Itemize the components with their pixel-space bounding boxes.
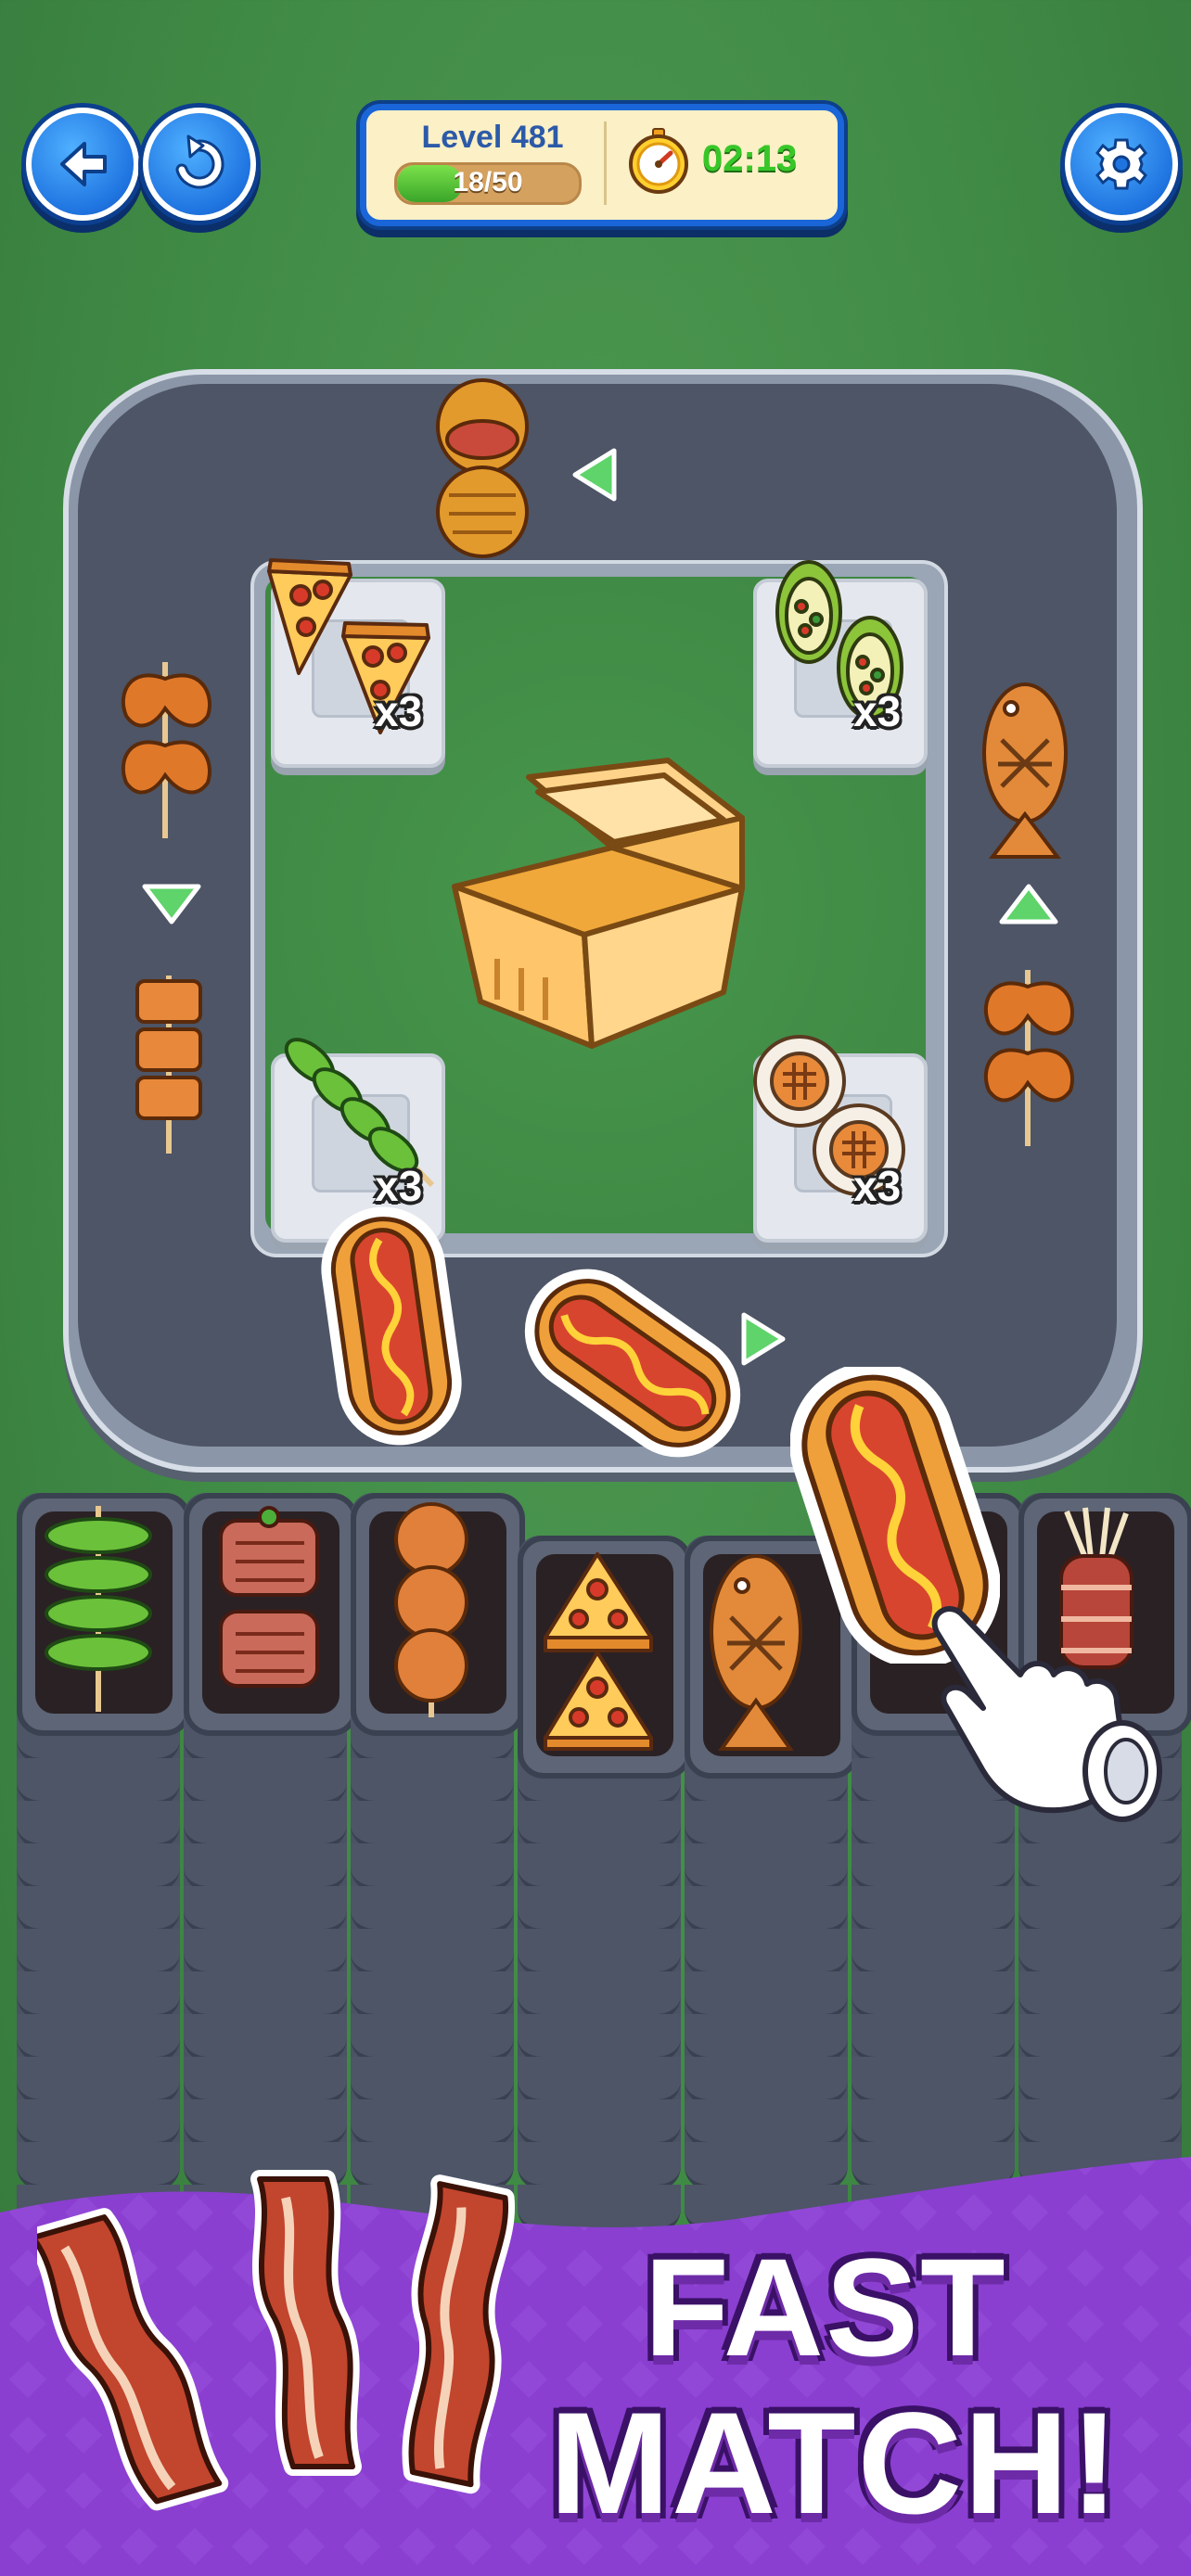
tray-stack-layer — [184, 1929, 347, 1977]
tofu-skewer-icon — [135, 976, 202, 1154]
tray-stack-layer — [1018, 2057, 1182, 2105]
tray-stack-layer — [17, 1801, 180, 1849]
back-button[interactable] — [26, 108, 139, 221]
tray-stack-layer — [1018, 2014, 1182, 2062]
rib-skewer-icon[interactable] — [208, 1502, 330, 1715]
level-progress-text: 18/50 — [453, 167, 523, 198]
tray-stack-layer — [351, 1843, 514, 1892]
tray-stack-layer — [1018, 1929, 1182, 1977]
chicken-wing-skewer-icon — [983, 970, 1074, 1146]
tray-stack-layer — [351, 1971, 514, 2020]
level-hud: Level 481 18/50 02:13 — [360, 104, 844, 226]
bacon-strips-icon — [37, 2170, 516, 2511]
tray-stack-layer — [852, 1971, 1015, 2020]
tray-stack-layer — [351, 1929, 514, 1977]
level-progress-bar: 18/50 — [394, 162, 582, 205]
tray-stack-layer — [17, 1886, 180, 1934]
tray-stack-layer — [685, 1801, 848, 1849]
order-count-scallop: x3 — [853, 1162, 902, 1210]
order-count-okra: x3 — [375, 1162, 423, 1210]
arrow-left-icon — [60, 142, 107, 186]
triangle-left-icon — [572, 448, 617, 502]
tray-stack-layer — [17, 1758, 180, 1806]
level-label: Level 481 — [421, 120, 564, 155]
tray-stack-layer — [351, 1801, 514, 1849]
banner-title-line1: FAST — [644, 2229, 1007, 2385]
tray-stack-layer — [184, 1758, 347, 1806]
baked-roll-icon — [436, 378, 529, 558]
tray-stack-layer — [184, 2057, 347, 2105]
stopwatch-icon — [629, 128, 688, 194]
hud-divider — [604, 121, 607, 205]
banner-title-line2: MATCH! — [549, 2383, 1121, 2544]
tray-stack-layer — [518, 1801, 681, 1849]
tray-stack-layer — [1018, 1971, 1182, 2020]
tray-stack-layer — [17, 1929, 180, 1977]
tray-stack-layer — [518, 1971, 681, 2020]
tray-stack-layer — [518, 1843, 681, 1892]
tray-stack-layer — [351, 1886, 514, 1934]
hot-dog-icon[interactable] — [317, 1205, 466, 1447]
okra-skewer-icon[interactable] — [37, 1502, 160, 1715]
tray-stack-layer — [518, 1886, 681, 1934]
tray-stack-layer — [852, 1929, 1015, 1977]
chicken-wing-skewer-icon — [121, 662, 211, 838]
takeout-box-icon — [452, 758, 745, 1049]
tray-stack-layer — [351, 1758, 514, 1806]
okra-skewer-icon — [284, 1038, 435, 1188]
gear-icon — [1095, 138, 1147, 190]
tray-stack-layer — [685, 1886, 848, 1934]
restart-icon — [175, 134, 224, 189]
order-count-avocado: x3 — [853, 687, 902, 735]
meatball-skewer-icon[interactable] — [380, 1498, 482, 1721]
tray-stack-layer — [685, 1843, 848, 1892]
timer-text: 02:13 — [702, 138, 798, 179]
settings-button[interactable] — [1065, 108, 1178, 221]
tray-stack-layer — [351, 2057, 514, 2105]
tray-stack-layer — [852, 1843, 1015, 1892]
tray-stack-layer — [184, 1886, 347, 1934]
tray-stack-layer — [518, 1929, 681, 1977]
tray-stack-layer — [17, 2014, 180, 2062]
triangle-right-icon — [741, 1312, 786, 1366]
tray-stack-layer — [17, 1971, 180, 2020]
tray-stack-layer — [184, 1971, 347, 2020]
triangle-up-icon — [999, 884, 1058, 925]
tray-stack-layer — [17, 1843, 180, 1892]
tray-stack-layer — [1018, 1843, 1182, 1892]
order-count-pizza: x3 — [375, 687, 423, 735]
tray-stack-layer — [852, 2014, 1015, 2062]
tray-stack-layer — [518, 2014, 681, 2062]
tray-stack-layer — [184, 1801, 347, 1849]
tray-stack-layer — [17, 2057, 180, 2105]
tray-stack-layer — [351, 2014, 514, 2062]
tray-stack-layer — [852, 1886, 1015, 1934]
tray-stack-layer — [184, 2014, 347, 2062]
triangle-down-icon — [142, 884, 201, 925]
tray-stack-layer — [685, 1971, 848, 2020]
tray-stack-layer — [184, 1843, 347, 1892]
hot-dog-icon[interactable] — [521, 1252, 744, 1474]
tray-stack-layer — [852, 2057, 1015, 2105]
tray-stack-layer — [1018, 1886, 1182, 1934]
stuffed-avocado-icon — [775, 560, 903, 720]
tray-stack-layer — [518, 2057, 681, 2105]
tray-stack-layer — [685, 2057, 848, 2105]
pizza-slice-icon[interactable] — [536, 1549, 657, 1753]
tutorial-hand-icon — [931, 1606, 1162, 1822]
grilled-fish-icon — [982, 682, 1068, 859]
restart-button[interactable] — [143, 108, 256, 221]
tray-stack-layer — [685, 2014, 848, 2062]
tray-stack-layer — [685, 1929, 848, 1977]
